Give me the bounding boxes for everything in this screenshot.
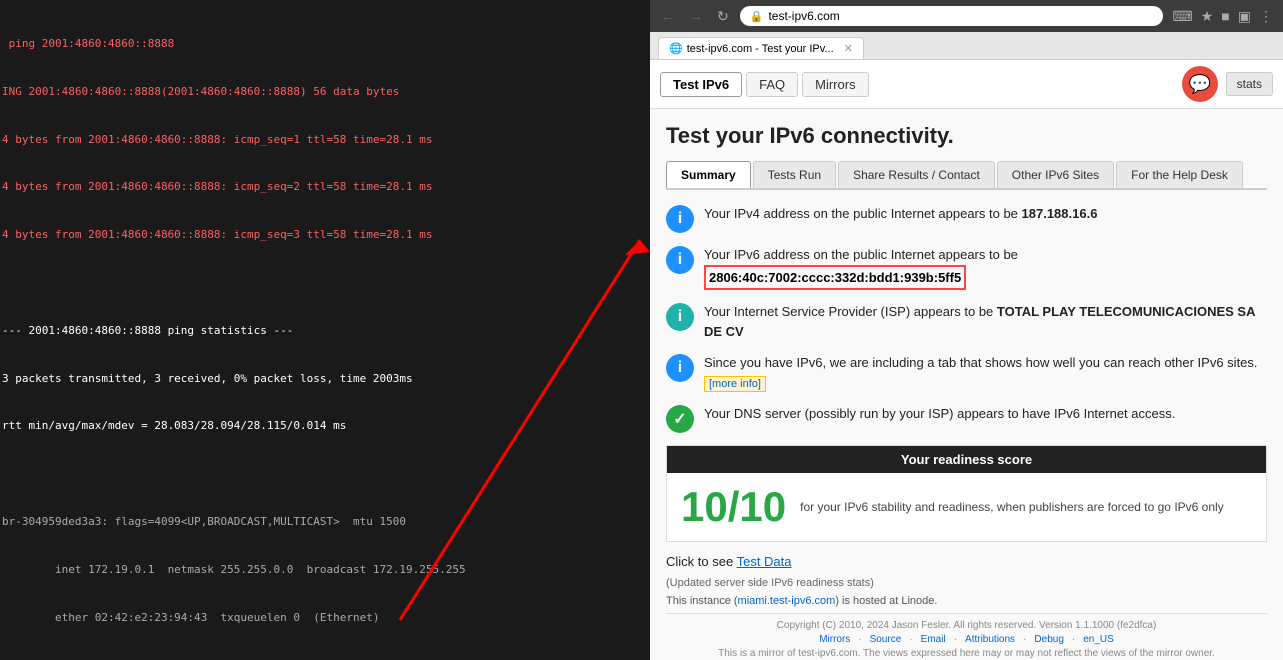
lock-icon: 🔒 [750, 10, 764, 23]
browser-tab[interactable]: 🌐 test-ipv6.com - Test your IPv... ✕ [658, 37, 864, 59]
footer-links: Mirrors · Source · Email · Attributions … [666, 634, 1267, 645]
footer-link-locale[interactable]: en_US [1083, 634, 1114, 645]
tab-favicon: 🌐 [669, 42, 683, 55]
tab-other-ipv6[interactable]: Other IPv6 Sites [997, 161, 1114, 188]
info-text-ipv4: Your IPv4 address on the public Internet… [704, 204, 1097, 224]
tab-summary[interactable]: Summary [666, 161, 751, 188]
tab-help-desk[interactable]: For the Help Desk [1116, 161, 1243, 188]
readiness-box: Your readiness score 10/10 for your IPv6… [666, 445, 1267, 542]
back-button[interactable]: ← [658, 8, 678, 24]
info-row-ipv6: i Your IPv6 address on the public Intern… [666, 245, 1267, 290]
info-icon-ipv6: i [666, 246, 694, 274]
term-line: inet 172.19.0.1 netmask 255.255.0.0 broa… [2, 562, 648, 578]
browser-chrome: ← → ↻ 🔒 test-ipv6.com ⌨ ★ ■ ▣ ⋮ [650, 0, 1283, 32]
term-line: ING 2001:4860:4860::8888(2001:4860:4860:… [2, 84, 648, 100]
tab-label: test-ipv6.com - Test your IPv... [687, 43, 834, 55]
footer-link-debug[interactable]: Debug [1034, 634, 1063, 645]
chat-button[interactable]: 💬 [1182, 66, 1218, 102]
extension-icon[interactable]: ▣ [1236, 8, 1253, 25]
shield-icon[interactable]: ■ [1219, 8, 1231, 24]
site-nav-links: Test IPv6 FAQ Mirrors [660, 72, 869, 97]
term-line: 4 bytes from 2001:4860:4860::8888: icmp_… [2, 179, 648, 195]
footer-link-email[interactable]: Email [921, 634, 946, 645]
term-line: ping 2001:4860:4860::8888 [2, 36, 648, 52]
browser-panel: ← → ↻ 🔒 test-ipv6.com ⌨ ★ ■ ▣ ⋮ 🌐 test-i… [650, 0, 1283, 660]
info-icon-isp: i [666, 303, 694, 331]
address-bar[interactable]: 🔒 test-ipv6.com [740, 6, 1163, 26]
footer-link-source[interactable]: Source [870, 634, 902, 645]
tab-bar: 🌐 test-ipv6.com - Test your IPv... ✕ [650, 32, 1283, 60]
term-line: 3 packets transmitted, 3 received, 0% pa… [2, 371, 648, 387]
info-text-isp: Your Internet Service Provider (ISP) app… [704, 302, 1267, 341]
url-text: test-ipv6.com [768, 9, 839, 23]
term-line [2, 275, 648, 291]
ipv6-address: 2806:40c:7002:cccc:332d:bdd1:939b:5ff5 [704, 265, 966, 291]
inner-tabs: Summary Tests Run Share Results / Contac… [666, 161, 1267, 190]
tab-close[interactable]: ✕ [844, 42, 853, 55]
refresh-button[interactable]: ↻ [714, 8, 732, 25]
info-icon-dns: ✓ [666, 405, 694, 433]
hosted-text: This instance (miami.test-ipv6.com) is h… [666, 595, 1267, 607]
test-data-link[interactable]: Test Data [737, 554, 792, 569]
info-text-ipv6: Your IPv6 address on the public Internet… [704, 245, 1018, 290]
browser-icons: ⌨ ★ ■ ▣ ⋮ [1171, 8, 1275, 25]
footer-link-attributions[interactable]: Attributions [965, 634, 1015, 645]
score-number: 10/10 [681, 483, 786, 531]
main-content: Test your IPv6 connectivity. Summary Tes… [650, 109, 1283, 660]
bookmark-icon[interactable]: ★ [1199, 8, 1216, 25]
nav-test-ipv6[interactable]: Test IPv6 [660, 72, 742, 97]
page-title: Test your IPv6 connectivity. [666, 123, 1267, 149]
terminal-panel: ping 2001:4860:4860::8888 ING 2001:4860:… [0, 0, 650, 660]
copyright-text: Copyright (C) 2010, 2024 Jason Fesler. A… [666, 620, 1267, 631]
updated-text: (Updated server side IPv6 readiness stat… [666, 577, 1267, 589]
readiness-header: Your readiness score [667, 446, 1266, 473]
hosted-link[interactable]: miami.test-ipv6.com [738, 595, 836, 607]
forward-button[interactable]: → [686, 8, 706, 24]
nav-mirrors[interactable]: Mirrors [802, 72, 868, 97]
translate-icon[interactable]: ⌨ [1171, 8, 1195, 25]
nav-faq[interactable]: FAQ [746, 72, 798, 97]
info-text-tab: Since you have IPv6, we are including a … [704, 353, 1267, 392]
tab-tests-run[interactable]: Tests Run [753, 161, 836, 188]
tab-share-results[interactable]: Share Results / Contact [838, 161, 995, 188]
stats-button[interactable]: stats [1226, 72, 1273, 96]
site-nav: Test IPv6 FAQ Mirrors 💬 stats [650, 60, 1283, 109]
info-row-isp: i Your Internet Service Provider (ISP) a… [666, 302, 1267, 341]
term-line: --- 2001:4860:4860::8888 ping statistics… [2, 323, 648, 339]
terminal-output: ping 2001:4860:4860::8888 ING 2001:4860:… [0, 0, 650, 660]
menu-icon[interactable]: ⋮ [1257, 8, 1275, 25]
info-text-dns: Your DNS server (possibly run by your IS… [704, 404, 1175, 424]
term-line: br-304959ded3a3: flags=4099<UP,BROADCAST… [2, 514, 648, 530]
info-row-ipv4: i Your IPv4 address on the public Intern… [666, 204, 1267, 233]
term-line: rtt min/avg/max/mdev = 28.083/28.094/28.… [2, 418, 648, 434]
term-line [2, 466, 648, 482]
term-line: 4 bytes from 2001:4860:4860::8888: icmp_… [2, 227, 648, 243]
mirror-notice: This is a mirror of test-ipv6.com. The v… [666, 648, 1267, 659]
test-data-label: Click to see [666, 554, 733, 569]
test-data-row: Click to see Test Data [666, 554, 1267, 569]
term-line: 4 bytes from 2001:4860:4860::8888: icmp_… [2, 132, 648, 148]
score-text: for your IPv6 stability and readiness, w… [800, 498, 1224, 516]
info-icon-tab: i [666, 354, 694, 382]
footer-link-mirrors[interactable]: Mirrors [819, 634, 850, 645]
info-row-dns: ✓ Your DNS server (possibly run by your … [666, 404, 1267, 433]
readiness-body: 10/10 for your IPv6 stability and readin… [667, 473, 1266, 541]
more-info-link[interactable]: [more info] [704, 376, 766, 392]
footer-copyright: Copyright (C) 2010, 2024 Jason Fesler. A… [666, 613, 1267, 659]
info-row-tab: i Since you have IPv6, we are including … [666, 353, 1267, 392]
term-line: ether 02:42:e2:23:94:43 txqueuelen 0 (Et… [2, 610, 648, 626]
info-icon-ipv4: i [666, 205, 694, 233]
